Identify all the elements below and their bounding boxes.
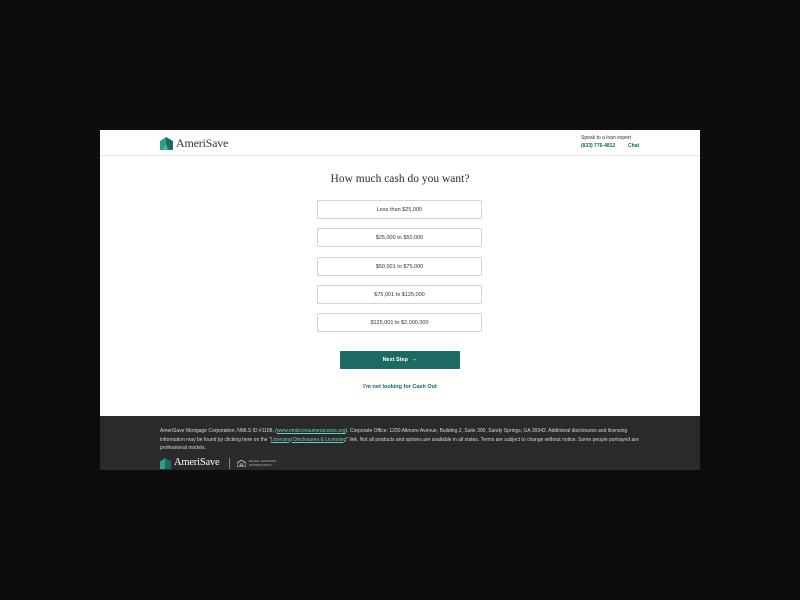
equal-housing-text: EQUAL HOUSING OPPORTUNITY xyxy=(249,459,277,467)
chat-link[interactable]: Chat xyxy=(628,143,639,149)
speak-to-expert-label: Speak to a loan expert xyxy=(581,135,632,141)
next-step-button[interactable]: Next Step → xyxy=(340,351,460,369)
phone-link[interactable]: (833) 776-4812 xyxy=(581,143,615,149)
brand-name: AmeriSave xyxy=(176,136,229,150)
option-75001-to-125000[interactable]: $75,001 to $125,000 xyxy=(317,285,482,304)
equal-housing-line-2: OPPORTUNITY xyxy=(249,462,273,467)
site-footer: AmeriSave Mortgage Corporation, NMLS ID … xyxy=(100,416,700,470)
equal-housing-badge: EQUAL HOUSING OPPORTUNITY xyxy=(237,459,277,467)
footer-brand-name: AmeriSave xyxy=(174,457,220,468)
footer-logo[interactable]: AmeriSave xyxy=(160,457,220,469)
equal-housing-icon xyxy=(237,460,246,467)
amerisave-house-icon xyxy=(160,136,173,150)
legal-text-1: AmeriSave Mortgage Corporation, NMLS ID … xyxy=(160,428,277,434)
next-step-label: Next Step xyxy=(382,357,408,363)
site-header: AmeriSave Speak to a loan expert (833) 7… xyxy=(100,130,700,156)
nmls-link[interactable]: www.nmlsconsumeraccess.org xyxy=(277,428,346,434)
option-less-than-25000[interactable]: Less than $25,000 xyxy=(317,200,482,219)
no-cash-out-link[interactable]: I'm not looking for Cash Out xyxy=(100,384,700,390)
page-title: How much cash do you want? xyxy=(330,173,470,185)
option-50001-to-75000[interactable]: $50,001 to $75,000 xyxy=(317,257,482,276)
footer-divider xyxy=(229,458,230,469)
licensing-link[interactable]: Licensing Disclosures & Licensing xyxy=(271,437,347,443)
amerisave-logo[interactable]: AmeriSave xyxy=(160,136,228,150)
amerisave-house-icon xyxy=(160,457,171,469)
arrow-right-icon: → xyxy=(410,356,418,363)
option-25000-to-50000[interactable]: $25,000 to $50,000 xyxy=(317,228,482,247)
legal-disclosure: AmeriSave Mortgage Corporation, NMLS ID … xyxy=(160,427,640,453)
page-frame: AmeriSave Speak to a loan expert (833) 7… xyxy=(100,130,700,470)
option-125001-to-2000000[interactable]: $125,001 to $2,000,000 xyxy=(317,313,482,332)
